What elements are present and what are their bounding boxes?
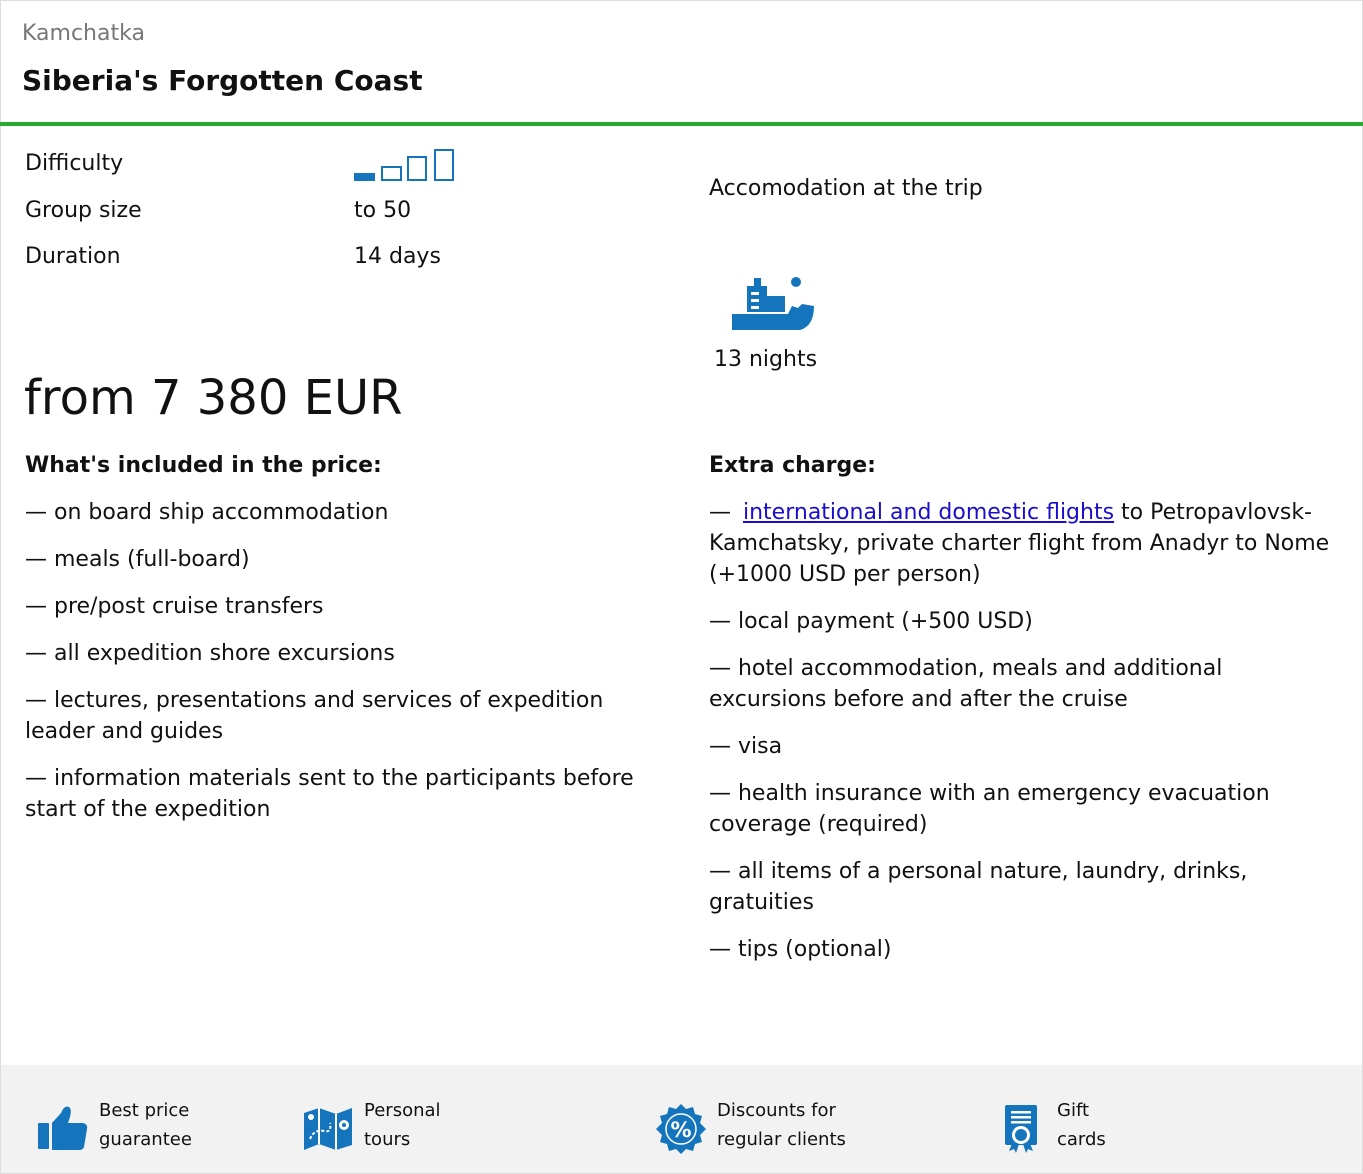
accommodation-title: Accomodation at the trip xyxy=(709,176,983,201)
map-icon xyxy=(304,1108,352,1150)
duration-value: 14 days xyxy=(354,244,441,269)
feature-line: Discounts for xyxy=(717,1100,836,1121)
gift-card-icon xyxy=(1005,1105,1037,1153)
feature-gift-cards[interactable]: Gift cards xyxy=(995,1099,1106,1159)
footer-features: Best price guarantee Personal tours % Disc… xyxy=(1,1065,1362,1173)
feature-line: guarantee xyxy=(99,1129,192,1150)
ship-icon xyxy=(732,277,814,330)
svg-text:%: % xyxy=(670,1118,691,1142)
list-item: — international and domestic flights to P… xyxy=(709,497,1339,590)
feature-personal-tours[interactable]: Personal tours xyxy=(302,1099,441,1159)
extra-charge-heading: Extra charge: xyxy=(709,453,876,478)
included-list: — on board ship accommodation — meals (f… xyxy=(25,497,665,841)
flights-link[interactable]: international and domestic flights xyxy=(743,500,1114,525)
list-item: — pre/post cruise transfers xyxy=(25,594,324,619)
thumbs-up-icon xyxy=(38,1106,88,1150)
feature-best-price[interactable]: Best price guarantee xyxy=(37,1099,192,1159)
duration-label: Duration xyxy=(25,244,121,269)
list-item: — meals (full-board) xyxy=(25,547,250,572)
list-item: — lectures, presentations and services o… xyxy=(25,688,604,744)
list-item: — on board ship accommodation xyxy=(25,500,389,525)
feature-line: cards xyxy=(1057,1129,1106,1150)
included-heading: What's included in the price: xyxy=(25,453,382,478)
difficulty-indicator xyxy=(354,149,464,183)
list-item: — health insurance with an emergency eva… xyxy=(709,781,1270,837)
list-item: — local payment (+500 USD) xyxy=(709,609,1033,634)
feature-line: Personal xyxy=(364,1100,441,1121)
feature-line: Best price xyxy=(99,1100,190,1121)
difficulty-bar-2 xyxy=(381,166,402,181)
difficulty-label: Difficulty xyxy=(25,151,124,176)
feature-discounts[interactable]: % Discounts for regular clients xyxy=(655,1099,846,1159)
trip-price: from 7 380 EUR xyxy=(24,370,403,426)
list-item: — tips (optional) xyxy=(709,937,892,962)
feature-line: regular clients xyxy=(717,1129,846,1150)
list-dash: — xyxy=(709,500,731,525)
difficulty-bar-3 xyxy=(407,156,427,181)
extra-charge-list: — international and domestic flights to P… xyxy=(709,497,1339,981)
feature-line: tours xyxy=(364,1129,411,1150)
group-size-value: to 50 xyxy=(354,198,412,223)
list-item: — all expedition shore excursions xyxy=(25,641,395,666)
list-item: — visa xyxy=(709,734,783,759)
discount-badge-icon: % xyxy=(656,1104,706,1154)
page-title: Siberia's Forgotten Coast xyxy=(22,64,423,97)
nights-count: 13 nights xyxy=(714,347,818,372)
header-divider xyxy=(0,122,1363,126)
list-item: — all items of a personal nature, laundr… xyxy=(709,859,1248,915)
region-label: Kamchatka xyxy=(22,21,145,46)
list-item: — hotel accommodation, meals and additio… xyxy=(709,656,1223,712)
difficulty-bar-4 xyxy=(434,149,454,181)
list-item: — information materials sent to the part… xyxy=(25,766,634,822)
group-size-label: Group size xyxy=(25,198,142,223)
feature-line: Gift xyxy=(1057,1100,1090,1121)
difficulty-bar-1 xyxy=(354,173,375,181)
